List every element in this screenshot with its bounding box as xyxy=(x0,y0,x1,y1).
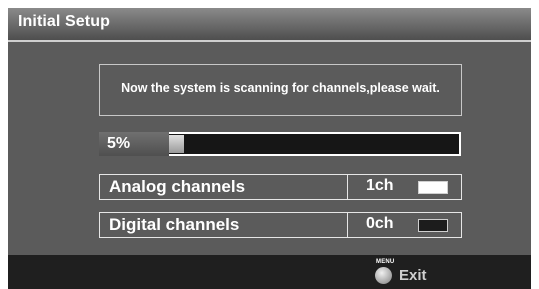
progress-percent: 5% xyxy=(107,135,131,152)
digital-channels-count: 0ch xyxy=(366,215,394,232)
progress-fill xyxy=(169,135,184,153)
scan-message-box: Now the system is scanning for channels,… xyxy=(99,64,462,116)
row-divider xyxy=(347,213,348,237)
digital-channels-row: Digital channels 0ch xyxy=(99,212,462,238)
digital-channels-label: Digital channels xyxy=(109,215,240,234)
title-bar: Initial Setup xyxy=(8,8,531,42)
analog-channels-row: Analog channels 1ch xyxy=(99,174,462,200)
footer-bar: MENU Exit xyxy=(8,255,531,289)
round-button-icon xyxy=(375,267,392,284)
progress-track xyxy=(169,134,459,154)
scan-progress-bar: 5% xyxy=(99,132,461,156)
scan-panel: Now the system is scanning for channels,… xyxy=(8,42,531,255)
analog-channels-count: 1ch xyxy=(366,177,394,194)
exit-button[interactable]: MENU Exit xyxy=(375,259,455,285)
analog-indicator xyxy=(418,181,448,194)
setup-screen: Initial Setup Now the system is scanning… xyxy=(8,8,531,289)
row-divider xyxy=(347,175,348,199)
digital-indicator xyxy=(418,219,448,232)
scan-message: Now the system is scanning for channels,… xyxy=(121,81,440,95)
page-title: Initial Setup xyxy=(18,13,110,30)
analog-channels-label: Analog channels xyxy=(109,177,246,196)
progress-label-area: 5% xyxy=(99,132,169,156)
exit-label: Exit xyxy=(399,267,427,284)
menu-caption: MENU xyxy=(376,259,395,265)
